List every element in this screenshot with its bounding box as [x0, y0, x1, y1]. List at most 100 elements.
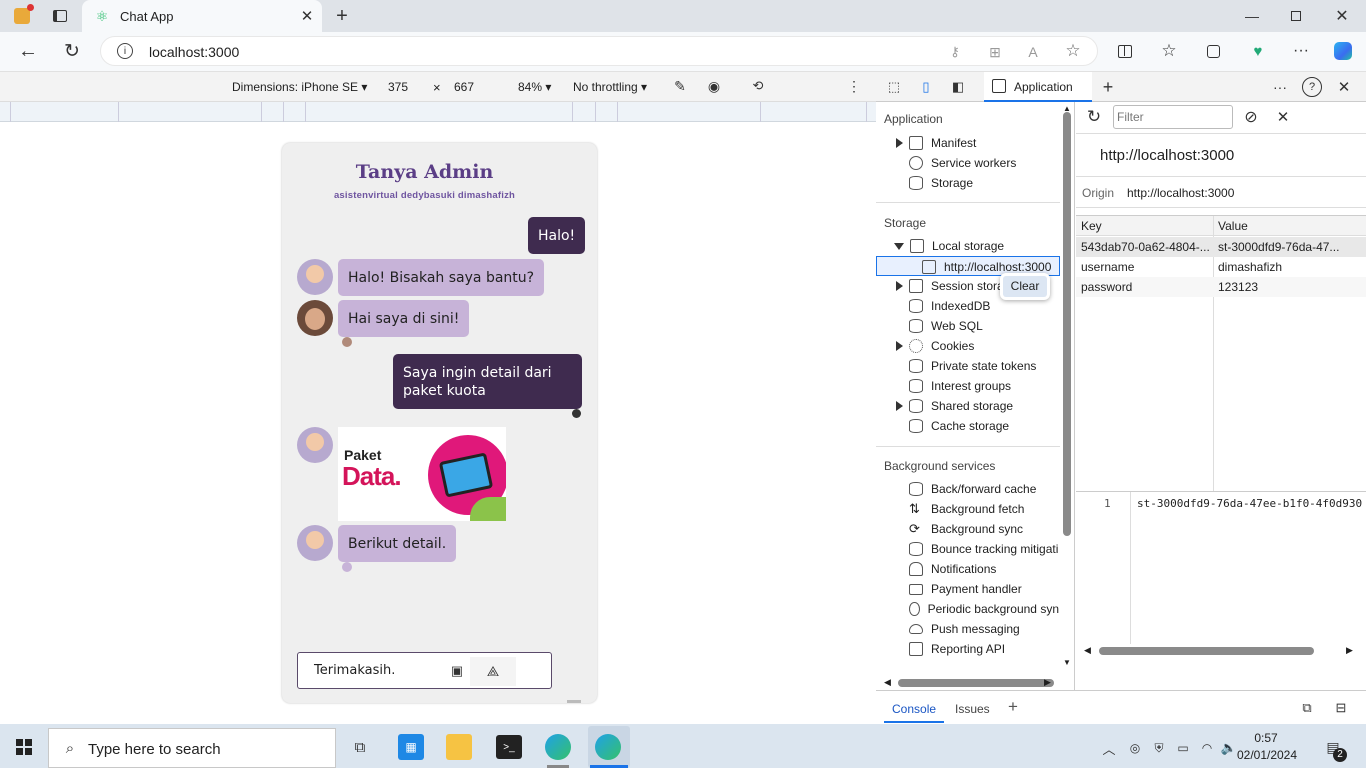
sidebar-item-private-state-tokens[interactable]: Private state tokens — [909, 356, 1036, 376]
dock-icon[interactable]: ⧉ — [1298, 699, 1316, 717]
close-drawer-icon[interactable]: ⊟ — [1332, 699, 1350, 717]
message-input-box[interactable]: Terimakasih. ▣ ⟁ — [297, 652, 552, 689]
more-options-icon[interactable]: ⋮ — [846, 77, 862, 95]
wifi-icon[interactable]: ◠ — [1198, 739, 1216, 757]
new-tab-button[interactable]: + — [330, 4, 354, 28]
sidebar-item-push-messaging[interactable]: Push messaging — [909, 619, 1020, 639]
send-button[interactable]: ⟁ — [470, 657, 516, 686]
security-icon[interactable]: ⛨ — [1150, 739, 1168, 757]
clock-time[interactable]: 0:57 — [1244, 731, 1288, 745]
edge-browser-icon[interactable] — [545, 734, 571, 760]
column-header-key[interactable]: Key — [1076, 216, 1213, 236]
drawer-tab-console[interactable]: Console — [892, 702, 936, 716]
sidebar-item-payment-handler[interactable]: Payment handler — [909, 579, 1022, 599]
back-icon[interactable]: ← — [16, 40, 40, 62]
table-row[interactable]: password 123123 — [1076, 277, 1366, 297]
sidebar-item-cache-storage[interactable]: Cache storage — [909, 416, 1009, 436]
performance-icon[interactable]: ♥ — [1246, 40, 1270, 62]
refresh-icon[interactable]: ↻ — [60, 40, 84, 62]
close-window-button[interactable]: ✕ — [1330, 5, 1354, 27]
collections-icon[interactable] — [1202, 40, 1224, 62]
address-bar[interactable]: i localhost:3000 ⚷ ⊞ A ☆ — [100, 36, 1098, 66]
scroll-left-icon[interactable]: ◀ — [884, 677, 891, 688]
eye-icon[interactable]: ◉ — [704, 77, 724, 95]
favorite-star-icon[interactable]: ☆ — [1063, 41, 1083, 61]
scroll-right-icon[interactable]: ▶ — [1044, 677, 1051, 688]
sidebar-scrollbar[interactable] — [1063, 112, 1071, 536]
sidebar-item-indexeddb[interactable]: IndexedDB — [909, 296, 990, 316]
sidebar-item-storage[interactable]: Storage — [909, 173, 973, 193]
close-devtools-icon[interactable]: ✕ — [1334, 77, 1354, 97]
key-icon[interactable]: ⚷ — [945, 42, 965, 62]
url-text[interactable]: localhost:3000 — [149, 44, 239, 60]
scroll-down-icon[interactable]: ▼ — [1063, 658, 1071, 667]
webcam-icon[interactable]: ◎ — [1126, 739, 1144, 757]
task-view-icon[interactable]: ⧉ — [350, 737, 370, 757]
sidebar-item-reporting-api[interactable]: Reporting API — [909, 639, 1005, 659]
sidebar-h-scrollbar[interactable] — [898, 679, 1054, 687]
height-input[interactable]: 667 — [454, 80, 474, 94]
clock-date[interactable]: 02/01/2024 — [1236, 748, 1298, 762]
refresh-storage-icon[interactable]: ↻ — [1084, 107, 1104, 127]
scroll-up-icon[interactable]: ▲ — [1063, 104, 1071, 113]
sidebar-item-bfcache[interactable]: Back/forward cache — [909, 479, 1036, 499]
sidebar-item-background-sync[interactable]: ⟳ Background sync — [909, 519, 1023, 539]
zoom-select[interactable]: 84% ▾ — [518, 80, 551, 94]
browser-tab[interactable]: ⚛ Chat App ✕ — [82, 0, 322, 32]
battery-icon[interactable]: ▭ — [1174, 739, 1192, 757]
sidebar-item-session-storage[interactable]: Session stora — [896, 276, 1004, 296]
sidebar-toggle-icon[interactable]: ◧ — [948, 78, 968, 96]
message-input[interactable]: Terimakasih. — [314, 663, 395, 678]
edge-dev-icon[interactable] — [595, 734, 621, 760]
restore-button[interactable] — [1284, 5, 1308, 27]
calculator-app-icon[interactable]: ▦ — [398, 734, 424, 760]
resize-handle[interactable] — [567, 700, 581, 703]
taskbar-search[interactable]: ⌕ Type here to search — [48, 728, 336, 768]
device-select[interactable]: Dimensions: iPhone SE ▾ — [232, 80, 367, 94]
sidebar-item-web-sql[interactable]: Web SQL — [909, 316, 983, 336]
customize-icon[interactable]: ··· — [1270, 77, 1290, 97]
image-upload-icon[interactable]: ▣ — [448, 662, 466, 680]
table-row[interactable]: 543dab70-0a62-4804-... st-3000dfd9-76da-… — [1076, 237, 1366, 257]
column-header-value[interactable]: Value — [1213, 216, 1366, 236]
drawer-tab-issues[interactable]: Issues — [955, 702, 990, 716]
sidebar-item-notifications[interactable]: Notifications — [909, 559, 996, 579]
sidebar-item-service-workers[interactable]: Service workers — [909, 153, 1016, 173]
sidebar-item-shared-storage[interactable]: Shared storage — [896, 396, 1013, 416]
filter-input[interactable]: Filter — [1113, 105, 1233, 129]
close-tab-icon[interactable]: ✕ — [298, 7, 316, 25]
split-screen-icon[interactable] — [1114, 40, 1136, 62]
sidebar-item-bounce-tracking[interactable]: Bounce tracking mitigati — [909, 539, 1059, 559]
favorites-icon[interactable]: ☆ — [1158, 40, 1180, 62]
sidebar-item-interest-groups[interactable]: Interest groups — [909, 376, 1011, 396]
help-icon[interactable]: ? — [1302, 77, 1322, 97]
sidebar-item-background-fetch[interactable]: ⇅ Background fetch — [909, 499, 1024, 519]
file-explorer-icon[interactable] — [446, 734, 472, 760]
width-input[interactable]: 375 — [388, 80, 408, 94]
inspect-icon[interactable]: ⬚ — [884, 78, 904, 96]
tab-actions-icon[interactable] — [48, 5, 72, 27]
throttling-select[interactable]: No throttling ▾ — [573, 80, 647, 94]
clear-menu-item[interactable]: Clear — [1003, 276, 1047, 297]
windows-start-icon[interactable] — [16, 739, 32, 755]
profile-icon[interactable] — [10, 4, 34, 27]
read-aloud-icon[interactable]: A — [1023, 42, 1043, 62]
clear-all-icon[interactable]: ⊘ — [1241, 107, 1261, 127]
sidebar-item-periodic-sync[interactable]: Periodic background syn — [909, 599, 1059, 619]
sidebar-item-cookies[interactable]: Cookies — [896, 336, 974, 356]
sidebar-item-manifest[interactable]: Manifest — [896, 133, 976, 153]
apps-icon[interactable]: ⊞ — [985, 42, 1005, 62]
copilot-icon[interactable] — [1330, 39, 1356, 63]
scroll-right-icon[interactable]: ▶ — [1346, 645, 1353, 656]
paket-data-image[interactable]: Paket Data. — [338, 427, 506, 521]
table-row[interactable]: username dimashafizh — [1076, 257, 1366, 277]
eyedropper-icon[interactable]: ✎ — [670, 77, 690, 95]
info-icon[interactable]: i — [117, 43, 133, 59]
tab-application[interactable]: Application — [984, 72, 1092, 102]
more-menu-icon[interactable]: ··· — [1290, 40, 1312, 62]
sidebar-item-local-storage[interactable]: Local storage — [894, 236, 1004, 256]
terminal-icon[interactable]: >_ — [496, 735, 522, 759]
rotate-icon[interactable]: ⟲ — [748, 77, 768, 95]
scroll-left-icon[interactable]: ◀ — [1084, 645, 1091, 656]
show-hidden-icons[interactable]: ︿ — [1100, 739, 1118, 757]
